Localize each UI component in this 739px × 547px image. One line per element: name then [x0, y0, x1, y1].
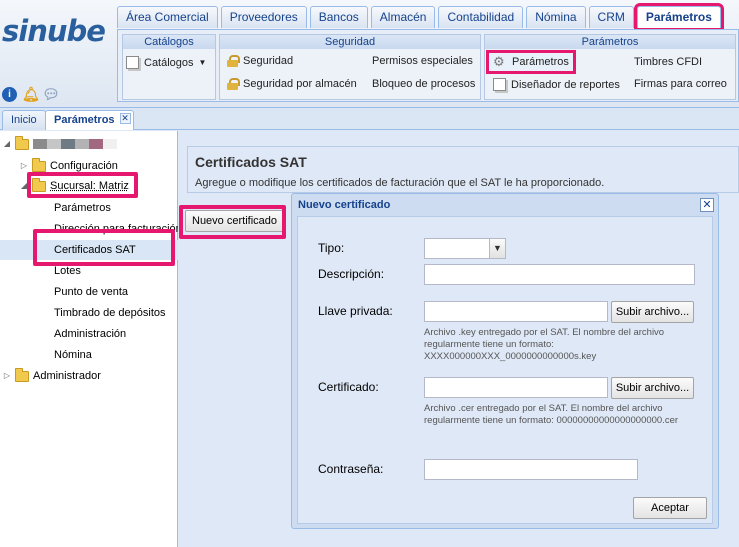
- collapse-arrow-icon[interactable]: ▷: [20, 156, 28, 176]
- expand-icon[interactable]: ◢: [3, 134, 11, 154]
- descripcion-label: Descripción:: [318, 267, 385, 281]
- configuracion-label: Configuración: [50, 160, 118, 172]
- ribbon-group-title: Parámetros: [485, 35, 735, 49]
- llave-privada-input[interactable]: [424, 301, 608, 322]
- tab-inicio[interactable]: Inicio: [2, 110, 46, 130]
- tab-crm[interactable]: CRM: [588, 6, 634, 28]
- tree-root[interactable]: ◢: [3, 134, 117, 154]
- chevron-down-icon: ▼: [198, 58, 207, 67]
- page-title: Certificados SAT: [195, 154, 307, 170]
- lock-icon: [227, 78, 240, 90]
- ribbon-group-title: Seguridad: [220, 35, 480, 49]
- disenador-reportes-label: Diseñador de reportes: [511, 78, 620, 91]
- llave-privada-label: Llave privada:: [318, 304, 393, 318]
- expand-icon[interactable]: ◢: [20, 176, 28, 196]
- descripcion-input[interactable]: [424, 264, 695, 285]
- firmas-correo-button[interactable]: Firmas para correo: [634, 78, 727, 90]
- chevron-down-icon[interactable]: ▼: [489, 238, 506, 259]
- tree-item-punto-venta[interactable]: Punto de venta: [54, 282, 128, 302]
- page-header: Certificados SAT Agregue o modifique los…: [187, 146, 739, 193]
- tab-bancos[interactable]: Bancos: [309, 6, 368, 28]
- seguridad-button[interactable]: Seguridad: [227, 55, 293, 67]
- tree-item-administrador[interactable]: ▷ Administrador: [3, 366, 101, 386]
- disenador-reportes-button[interactable]: Diseñador de reportes: [493, 78, 620, 91]
- page-tab-strip: Inicio Parámetros ✕: [0, 108, 739, 130]
- tab-almacen[interactable]: Almacén: [370, 6, 436, 28]
- tree-item-administracion[interactable]: Administración: [54, 324, 126, 344]
- seguridad-almacen-label: Seguridad por almacén: [243, 78, 357, 90]
- dialog-body: Tipo: ▼ Descripción: Llave privada: Subi…: [297, 216, 713, 524]
- tipo-label: Tipo:: [318, 241, 345, 255]
- permisos-especiales-label: Permisos especiales: [372, 55, 473, 67]
- accept-button[interactable]: Aceptar: [633, 497, 707, 519]
- contrasena-input[interactable]: [424, 459, 638, 480]
- tree-item-certificados-sat[interactable]: Certificados SAT: [0, 240, 178, 260]
- bloqueo-procesos-label: Bloqueo de procesos: [372, 78, 476, 90]
- tree-item-parametros[interactable]: Parámetros: [54, 198, 111, 218]
- seguridad-almacen-button[interactable]: Seguridad por almacén: [227, 78, 357, 90]
- ribbon: Catálogos Catálogos ▼ Seguridad Segurida…: [117, 29, 739, 102]
- permisos-especiales-button[interactable]: Permisos especiales: [372, 55, 473, 67]
- app-header: sinube i 🔔︎ 💬︎ Área Comercial Proveedore…: [0, 0, 739, 108]
- llave-privada-help: Archivo .key entregado por el SAT. El no…: [424, 327, 665, 362]
- header-icons: i 🔔︎ 💬︎: [2, 87, 60, 102]
- tree-item-nomina[interactable]: Nómina: [54, 345, 92, 365]
- catalogos-label: Catálogos: [144, 56, 194, 69]
- upload-cer-button[interactable]: Subir archivo...: [611, 377, 694, 399]
- chat-icon[interactable]: 💬︎: [42, 87, 60, 102]
- collapse-arrow-icon[interactable]: ▷: [3, 366, 11, 386]
- seguridad-label: Seguridad: [243, 55, 294, 67]
- sucursal-label: Sucursal: Matriz: [50, 180, 129, 192]
- tree-item-configuracion[interactable]: ▷ Configuración: [20, 156, 118, 176]
- timbres-cfdi-button[interactable]: Timbres CFDI: [634, 56, 702, 68]
- upload-key-button[interactable]: Subir archivo...: [611, 301, 694, 323]
- certificado-input[interactable]: [424, 377, 608, 398]
- tree-item-sucursal[interactable]: ◢ Sucursal: Matriz: [20, 176, 129, 196]
- info-icon[interactable]: i: [2, 87, 17, 102]
- parametros-label: Parámetros: [512, 56, 569, 68]
- tree-item-lotes[interactable]: Lotes: [54, 261, 81, 281]
- catalogos-menu-button[interactable]: Catálogos ▼: [126, 56, 206, 69]
- page-subtitle: Agregue o modifique los certificados de …: [195, 177, 605, 189]
- close-icon[interactable]: ✕: [700, 198, 714, 212]
- module-tabs: Área Comercial Proveedores Bancos Almacé…: [117, 3, 724, 31]
- firmas-correo-label: Firmas para correo: [634, 78, 727, 90]
- folder-icon: [15, 135, 29, 150]
- lock-icon: [227, 55, 240, 67]
- contrasena-label: Contraseña:: [318, 462, 384, 476]
- tab-contabilidad[interactable]: Contabilidad: [438, 6, 524, 28]
- gear-icon: ⚙: [493, 54, 505, 69]
- navigation-tree: ◢ ▷ Configuración ◢ Sucursal: Matriz Par…: [0, 131, 178, 547]
- tab-proveedores[interactable]: Proveedores: [220, 6, 307, 28]
- tree-item-direccion-facturacion[interactable]: Dirección para facturación: [54, 219, 178, 239]
- certificado-help: Archivo .cer entregado por el SAT. El no…: [424, 403, 679, 426]
- bloqueo-procesos-button[interactable]: Bloqueo de procesos: [372, 78, 475, 90]
- dialog-title: Nuevo certificado: [298, 199, 391, 211]
- tab-parametros-label: Parámetros: [54, 114, 115, 126]
- tab-parametros[interactable]: Parámetros: [633, 3, 724, 31]
- ribbon-group-title: Catálogos: [123, 35, 215, 49]
- report-designer-icon: [493, 78, 506, 91]
- parametros-button[interactable]: ⚙ Parámetros: [486, 50, 576, 74]
- new-certificate-dialog: Nuevo certificado ✕ Tipo: ▼ Descripción:…: [291, 193, 719, 529]
- administrador-label: Administrador: [33, 370, 101, 382]
- tab-parametros-page[interactable]: Parámetros ✕: [45, 110, 134, 130]
- folder-icon: [15, 367, 29, 382]
- folder-icon: [32, 157, 46, 172]
- certificado-label: Certificado:: [318, 380, 379, 394]
- sinube-logo: sinube: [2, 14, 106, 48]
- tab-area-comercial[interactable]: Área Comercial: [117, 6, 218, 28]
- catalog-icon: [126, 56, 139, 69]
- timbres-cfdi-label: Timbres CFDI: [634, 56, 703, 68]
- ribbon-group-seguridad: Seguridad: [219, 34, 481, 100]
- tipo-select[interactable]: ▼: [424, 238, 506, 259]
- tree-item-timbrado-depositos[interactable]: Timbrado de depósitos: [54, 303, 166, 323]
- redacted-name: [33, 139, 117, 149]
- tab-nomina[interactable]: Nómina: [526, 6, 586, 28]
- close-icon[interactable]: ✕: [119, 113, 131, 124]
- new-certificate-button[interactable]: Nuevo certificado: [185, 210, 284, 232]
- folder-icon: [32, 177, 46, 192]
- bell-icon[interactable]: 🔔︎: [22, 87, 40, 102]
